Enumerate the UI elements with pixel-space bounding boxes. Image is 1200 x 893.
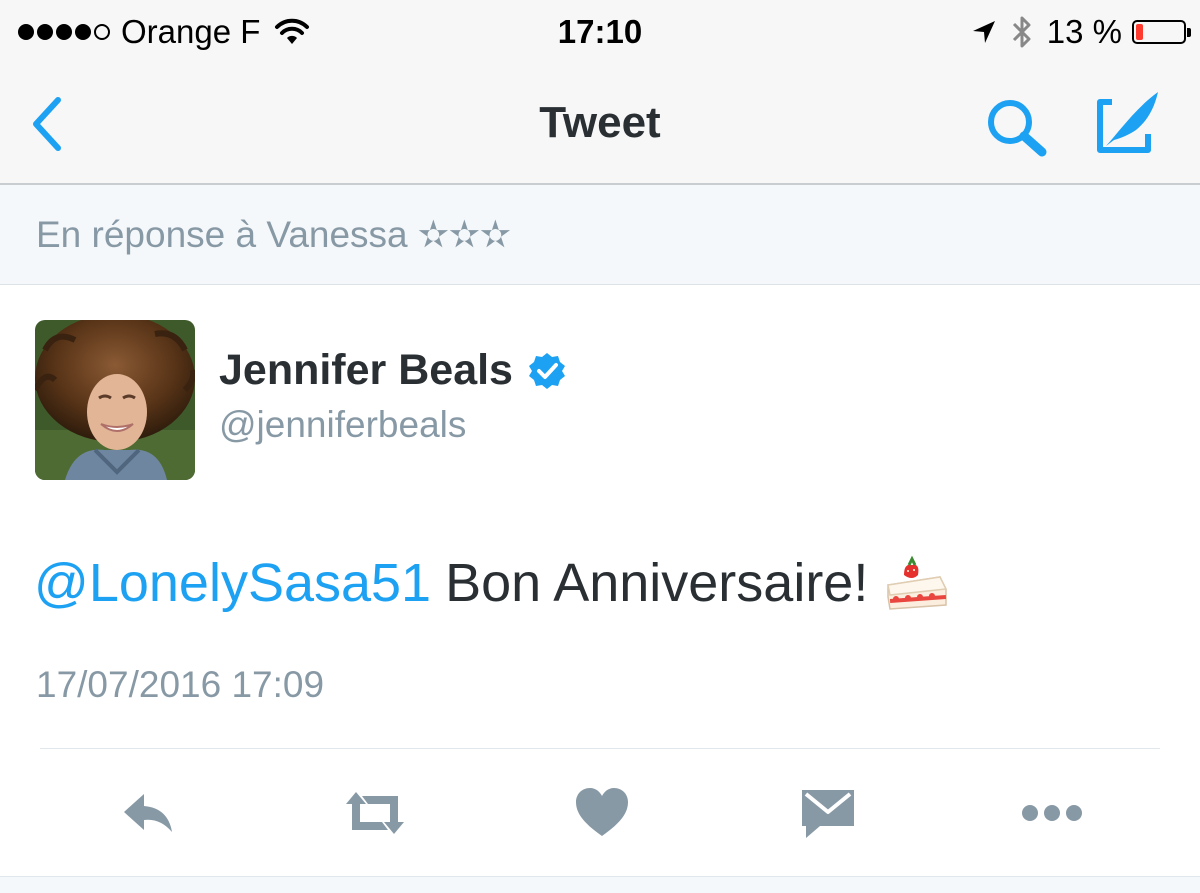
search-icon bbox=[988, 100, 1047, 157]
battery-icon bbox=[1132, 20, 1191, 44]
author-handle[interactable]: @jenniferbeals bbox=[219, 404, 466, 446]
avatar[interactable] bbox=[35, 320, 195, 480]
bottom-strip bbox=[0, 876, 1200, 893]
tweet-timestamp: 17/07/2016 17:09 bbox=[36, 664, 325, 705]
author-name-label: Jennifer Beals bbox=[219, 346, 513, 394]
retweet-icon bbox=[346, 792, 404, 834]
location-arrow-icon bbox=[972, 21, 995, 43]
status-bar: Orange F 17:10 13 % bbox=[0, 0, 1200, 62]
actions-divider bbox=[40, 748, 1160, 749]
battery-percent: 13 % bbox=[1046, 13, 1122, 50]
tweet-text: @LonelySasa51 Bon Anniversaire! bbox=[34, 552, 950, 614]
verified-badge-icon bbox=[528, 352, 565, 389]
search-button[interactable] bbox=[984, 96, 1050, 158]
direct-message-icon bbox=[802, 790, 854, 838]
author-name[interactable]: Jennifer Beals bbox=[219, 346, 567, 395]
status-right: 13 % bbox=[971, 10, 1191, 54]
shortcake-icon bbox=[887, 555, 948, 610]
bluetooth-icon bbox=[1012, 16, 1031, 48]
tweet-message: Bon Anniversaire! bbox=[445, 553, 869, 613]
more-button[interactable] bbox=[1020, 786, 1084, 840]
retweet-button[interactable] bbox=[342, 786, 408, 840]
like-icon bbox=[576, 788, 628, 836]
compose-button[interactable] bbox=[1092, 88, 1162, 160]
reply-icon bbox=[124, 794, 172, 832]
reply-button[interactable] bbox=[118, 786, 178, 840]
more-icon bbox=[1022, 805, 1082, 821]
direct-message-button[interactable] bbox=[798, 786, 858, 840]
reply-context-bar[interactable]: En réponse à Vanessa ✫✫✫ bbox=[0, 185, 1200, 285]
like-button[interactable] bbox=[572, 786, 632, 840]
battery-level-fill bbox=[1136, 24, 1143, 40]
avatar-image bbox=[35, 320, 195, 480]
compose-icon bbox=[1097, 92, 1158, 153]
mention-link[interactable]: @LonelySasa51 bbox=[34, 552, 431, 614]
nav-bar: Tweet bbox=[0, 62, 1200, 185]
reply-context-label: En réponse à Vanessa ✫✫✫ bbox=[36, 214, 511, 255]
